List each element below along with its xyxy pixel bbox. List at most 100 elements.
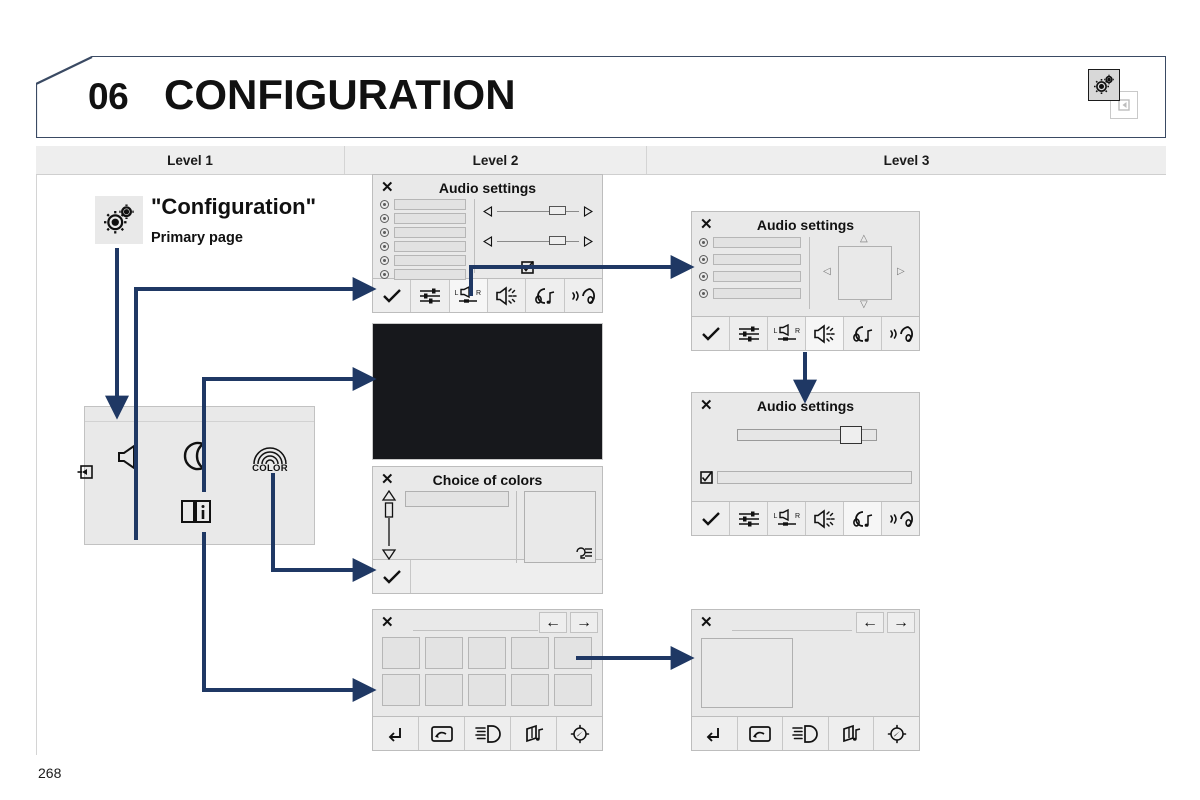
checkbox-checked-icon[interactable] [700,471,713,484]
list-item[interactable] [699,288,804,299]
slider-knob[interactable] [549,206,567,215]
voice-tab[interactable] [882,502,919,535]
sidebar-item-night-mode[interactable] [180,439,214,473]
loudness-tab[interactable] [487,279,527,312]
check-icon [701,326,720,341]
equalizer-icon [738,326,759,341]
loudness-tab[interactable] [806,317,844,350]
prev-button[interactable]: ← [856,612,884,633]
target-tab[interactable] [874,717,919,750]
row-bar [394,199,466,210]
tile-item[interactable] [468,637,506,669]
color-list-item[interactable] [405,491,509,507]
voice-tab[interactable] [882,317,919,350]
row-bar [394,255,466,266]
vertical-divider [516,491,517,563]
screen-body: ✕ Audio settings △ ▽ ◁ ▷ [692,212,919,316]
equalizer-tab[interactable] [730,502,768,535]
decrease-arrow-icon[interactable] [483,206,493,217]
voice-tab[interactable] [564,279,602,312]
ambience-tab[interactable] [844,317,882,350]
sidebar-item-colors[interactable]: COLOR [247,445,293,475]
confirm-tab[interactable] [373,560,411,593]
tile-item[interactable] [382,637,420,669]
list-item[interactable] [380,199,468,210]
page-number: 268 [38,765,62,781]
tile-item-selected[interactable] [554,637,592,669]
vertical-scrollbar[interactable] [379,490,399,560]
audio-slider-1[interactable] [483,206,593,217]
balance-tab[interactable]: L R [768,502,806,535]
tile-item[interactable] [511,674,549,706]
next-button[interactable]: → [887,612,915,633]
tile-item[interactable] [425,674,463,706]
equalizer-tab[interactable] [730,317,768,350]
return-tab[interactable] [373,717,419,750]
increase-arrow-icon[interactable] [583,206,593,217]
mirror-tab[interactable] [419,717,465,750]
decrease-arrow-icon[interactable] [483,236,493,247]
screen-tabbar [373,716,602,750]
balance-tab[interactable]: L R [449,279,488,312]
detail-panel-box[interactable] [701,638,793,708]
list-item[interactable] [380,269,468,280]
vertical-divider [474,199,475,273]
list-item[interactable] [380,213,468,224]
close-icon[interactable]: ✕ [700,615,713,630]
option-checkbox-row[interactable] [700,471,912,484]
list-item[interactable] [699,237,804,248]
list-item[interactable] [380,241,468,252]
tile-item[interactable] [468,674,506,706]
balance-tab[interactable]: L R [768,317,806,350]
sidebar-item-audio[interactable] [113,440,147,474]
tile-item[interactable] [554,674,592,706]
balance-fader-pad[interactable]: △ ▽ ◁ ▷ [818,234,914,312]
slider-track[interactable] [497,236,579,245]
list-item[interactable] [380,227,468,238]
configuration-entry-icon-box[interactable] [95,196,143,244]
loudness-tab[interactable] [806,502,844,535]
list-item[interactable] [699,254,804,265]
wiper-tab[interactable] [828,717,875,750]
color-preview-box[interactable] [524,491,596,563]
slider-knob[interactable] [549,236,567,245]
wiper-tab[interactable] [511,717,557,750]
list-item[interactable] [380,255,468,266]
list-item[interactable] [699,271,804,282]
pad-down-arrow-icon[interactable]: ▽ [860,300,868,310]
confirm-tab[interactable] [692,317,730,350]
audio-slider-2[interactable] [483,236,593,247]
target-tab[interactable] [557,717,602,750]
config-gear-icon-box[interactable] [1088,69,1120,101]
close-icon[interactable]: ✕ [381,615,394,630]
next-button[interactable]: → [570,612,598,633]
exit-arrow-icon-left[interactable] [75,461,97,483]
screen-top-divider [85,421,314,422]
tile-item[interactable] [382,674,420,706]
volume-slider-track[interactable] [737,426,877,444]
headphone-note-icon [852,325,872,342]
lighting-tab[interactable] [783,717,829,750]
confirm-tab[interactable] [373,279,412,312]
pad-right-arrow-icon[interactable]: ▷ [897,267,905,277]
volume-slider-knob[interactable] [840,426,863,444]
prev-button[interactable]: ← [539,612,567,633]
speaker-waves-icon [813,508,835,529]
slider-track[interactable] [497,206,579,215]
ambience-tab[interactable] [526,279,565,312]
tile-item[interactable] [511,637,549,669]
pad-up-arrow-icon[interactable]: △ [860,234,868,244]
confirm-tab[interactable] [692,502,730,535]
tile-item[interactable] [425,637,463,669]
sidebar-item-manual[interactable] [178,495,214,527]
lighting-tab[interactable] [465,717,511,750]
pad-left-arrow-icon[interactable]: ◁ [823,267,831,277]
equalizer-tab[interactable] [411,279,450,312]
option-checkbox[interactable] [521,261,534,274]
increase-arrow-icon[interactable] [583,236,593,247]
ambience-tab[interactable] [844,502,882,535]
title-placeholder-line [732,630,852,631]
pad-surface[interactable] [838,246,892,300]
mirror-tab[interactable] [737,717,784,750]
return-tab[interactable] [692,717,738,750]
